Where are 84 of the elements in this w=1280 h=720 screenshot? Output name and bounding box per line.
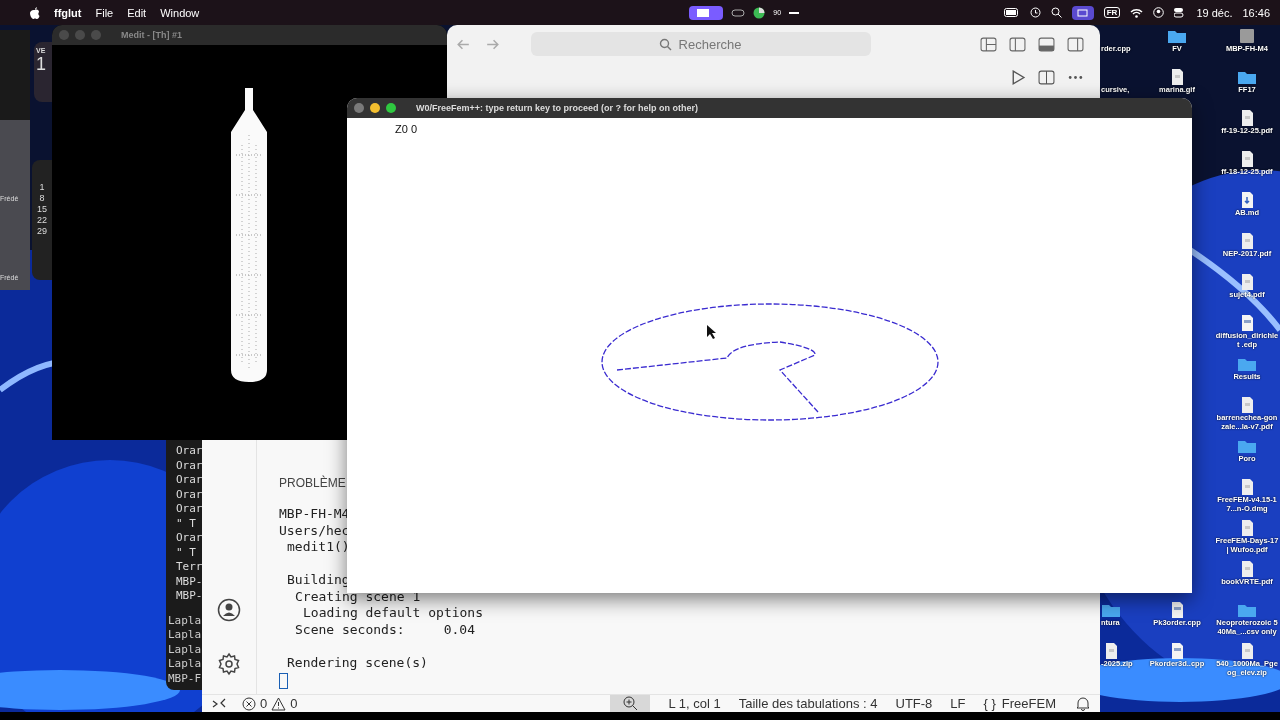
terminal-line: Orar xyxy=(176,458,204,473)
calendar-day: 15 xyxy=(37,204,47,214)
calendar-day: 8 xyxy=(39,193,45,203)
terminal-line: " T xyxy=(176,545,197,560)
error-icon[interactable] xyxy=(242,696,256,711)
terminal-line: Lapla xyxy=(168,628,203,643)
windows-icon[interactable] xyxy=(1071,5,1094,20)
remote-icon[interactable] xyxy=(212,697,226,710)
apple-icon[interactable] xyxy=(30,6,40,19)
folder-icon xyxy=(1101,602,1121,618)
terminal-line: Orar xyxy=(176,473,204,488)
calendar-day: 1 xyxy=(39,182,45,192)
date-label: 1 xyxy=(36,54,47,75)
terminal-line: Orar xyxy=(176,487,204,502)
search-icon[interactable] xyxy=(1050,7,1062,18)
bottom-panel-icon[interactable] xyxy=(1038,35,1055,53)
terminal-line: Lapla xyxy=(168,657,203,672)
wifi-icon[interactable] xyxy=(1130,7,1144,18)
terminal-line: Lapla xyxy=(168,613,203,628)
search-icon xyxy=(659,38,672,51)
terminal-line: Orar xyxy=(176,531,204,546)
error-count[interactable]: 0 xyxy=(260,696,268,711)
control-center-icon[interactable] xyxy=(1174,7,1187,18)
search-field[interactable]: Recherche xyxy=(531,32,871,56)
terminal-line: MBP- xyxy=(176,574,204,589)
settings-icon[interactable] xyxy=(217,652,241,676)
sidebar-icon[interactable] xyxy=(1009,35,1026,53)
window-title: W0/FreeFem++: type return key to proceed (or ? for help on other) xyxy=(416,103,699,113)
status-item[interactable]: L 1, col 1 xyxy=(668,696,721,711)
terminal-line: MBP- xyxy=(176,589,204,604)
zoom-button[interactable] xyxy=(610,694,651,713)
window-title: Medit - [Th] #1 xyxy=(121,30,182,40)
time[interactable]: 16:46 xyxy=(1242,6,1270,19)
split-icon[interactable] xyxy=(1038,69,1055,86)
calendar-day: 22 xyxy=(37,215,47,225)
sidebar-icon[interactable] xyxy=(1067,35,1084,53)
app-menu[interactable]: ffglut xyxy=(54,6,82,19)
status-item[interactable]: UTF-8 xyxy=(895,696,933,711)
terminal-line: " T xyxy=(176,516,197,531)
minimize-button[interactable] xyxy=(370,103,380,113)
terminal-line: Orar xyxy=(176,502,204,517)
plot-label: Z0 0 xyxy=(395,123,417,135)
folder-icon xyxy=(1237,69,1257,85)
battery-icon[interactable] xyxy=(1003,8,1020,17)
account-icon[interactable] xyxy=(217,598,241,622)
terminal-line: Terr xyxy=(176,560,204,575)
warning-count[interactable]: 0 xyxy=(290,696,298,711)
grid-icon[interactable] xyxy=(980,35,997,53)
terminal-line: Lapla xyxy=(168,642,203,657)
folder-icon xyxy=(1237,438,1257,454)
language-mode[interactable]: FreeFEM xyxy=(1001,696,1056,711)
menu-item[interactable]: File xyxy=(95,6,114,19)
language-icon[interactable]: { } xyxy=(983,696,996,711)
clock-icon[interactable] xyxy=(1029,7,1041,18)
panel-tab[interactable]: PROBLÈME xyxy=(279,476,346,490)
terminal-line: MBP-F xyxy=(168,671,203,686)
zoom-button[interactable] xyxy=(386,103,396,113)
pie-icon[interactable] xyxy=(753,6,766,19)
status-item[interactable]: Taille des tabulations : 4 xyxy=(738,696,878,711)
mouse-cursor-icon xyxy=(707,325,716,339)
close-button[interactable] xyxy=(354,103,364,113)
screen-share-icon[interactable] xyxy=(689,5,724,20)
status-item[interactable]: LF xyxy=(950,696,966,711)
terminal-line: Orar xyxy=(176,444,204,459)
folder-icon xyxy=(1237,602,1257,618)
terminal-line: Scene seconds: 0.04 xyxy=(294,621,476,638)
terminal-line: Rendering scene(s) xyxy=(286,654,429,671)
date[interactable]: 19 déc. xyxy=(1196,6,1233,19)
user-icon[interactable] xyxy=(1153,7,1165,18)
terminal-line: MBP-FH-M4 xyxy=(279,506,351,523)
terminal-line: Users/hec xyxy=(279,522,351,539)
folder-icon xyxy=(1237,356,1257,372)
warning-icon[interactable] xyxy=(271,696,287,711)
bell-icon[interactable] xyxy=(1076,696,1090,711)
input-source[interactable]: FR xyxy=(1103,7,1121,18)
terminal-line: Loading default options xyxy=(302,605,484,622)
folder-icon xyxy=(1167,28,1187,44)
text-cursor xyxy=(279,673,288,689)
toggle-icon[interactable] xyxy=(731,8,746,17)
calendar-day: 29 xyxy=(37,226,47,236)
menu-item[interactable]: Edit xyxy=(127,6,147,19)
zoom-in-icon xyxy=(622,696,638,711)
menu-item[interactable]: Window xyxy=(160,6,200,19)
terminal-line: medit1() xyxy=(286,539,351,556)
